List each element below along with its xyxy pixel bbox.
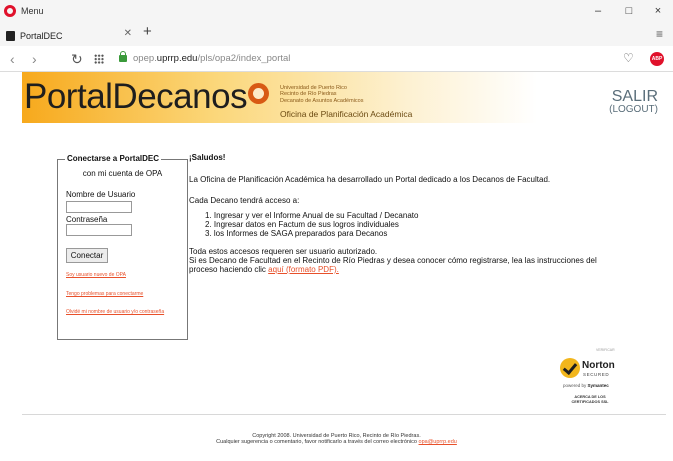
access-intro: Cada Decano tendrá acceso a: [189,196,300,205]
intro-paragraph: La Oficina de Planificación Académica ha… [189,175,551,184]
url-field[interactable]: opep.uprrp.edu/pls/opa2/index_portal [133,53,290,64]
norton-brand: Norton [582,360,615,371]
ssl-about-link[interactable]: ACERCA DE LOS CERTIFICADOS SSL [564,395,616,404]
university-lines: Universidad de Puerto Rico Recinto de Rí… [280,85,364,104]
back-arrow-icon[interactable]: ‹ [10,51,15,67]
menu-label: Menu [21,6,44,16]
instructions-pdf-link[interactable]: aquí (formato PDF). [268,265,339,274]
new-tab-plus-icon[interactable]: + [143,24,152,40]
password-label: Contraseña [66,215,108,224]
greeting-heading: ¡Saludos! [189,153,226,162]
tab-portaldec[interactable]: PortalDEC ✕ [6,25,136,46]
login-fieldset: Conectarse a PortalDEC con mi cuenta de … [57,154,188,340]
forgot-credentials-link[interactable]: Olvidé mi nombre de usuario y/o contrase… [66,309,184,315]
university-seal-icon [248,83,269,104]
browser-tabbar: PortalDEC ✕ [0,22,673,46]
list-item: 2. Ingresar datos en Factum de sus logro… [205,220,399,229]
maximize-button[interactable]: □ [622,4,636,18]
password-input[interactable] [66,224,132,236]
page-favicon-icon [6,30,15,41]
address-toolbar: ‹ › ↻ opep.uprrp.edu/pls/opa2/index_port… [0,46,673,72]
access-list: 1. Ingresar y ver el Informe Anual de su… [205,211,418,238]
contact-line: Cualquier sugerencia o comentario, favor… [216,439,457,446]
username-input[interactable] [66,201,132,213]
close-window-button[interactable]: × [651,4,665,18]
norton-badge: Norton SECURED [560,358,618,380]
list-item: 3. los Informes de SAGA preparados para … [205,229,388,238]
office-name: Oficina de Planificación Académica [280,109,413,119]
new-user-link[interactable]: Soy usuario nuevo de OPA [66,272,184,278]
login-legend: Conectarse a PortalDEC [65,154,162,163]
tab-menu-icon[interactable]: ≡ [656,27,663,41]
footer-divider [22,414,666,415]
secure-lock-icon[interactable] [119,51,127,62]
opera-logo-icon [4,5,16,17]
norton-verify-label: VERIFICAR [596,348,615,352]
connect-button[interactable]: Conectar [66,248,108,263]
norton-seal[interactable]: VERIFICAR Norton SECURED powered by Syma… [556,348,624,408]
username-label: Nombre de Usuario [66,190,136,199]
connection-problems-link[interactable]: Tengo problemas para conectarme [66,291,184,297]
register-line-2: proceso haciendo clic aquí (formato PDF)… [189,265,339,274]
adblock-icon[interactable]: ABP [650,52,664,66]
list-item: 1. Ingresar y ver el Informe Anual de su… [205,211,419,220]
tab-title: PortalDEC [20,30,63,41]
powered-by: powered by Symantec [563,383,609,388]
tab-close-icon[interactable]: ✕ [124,28,132,39]
speed-dial-grid-icon[interactable] [94,54,104,64]
logout-button[interactable]: SALIR (LOGOUT) [609,89,658,116]
minimize-button[interactable]: – [591,4,605,18]
contact-email-link[interactable]: opa@uprrp.edu [419,439,457,445]
login-subtitle: con mi cuenta de OPA [82,169,163,178]
norton-secured: SECURED [583,372,610,377]
reload-icon[interactable]: ↻ [71,51,83,67]
bookmark-heart-icon[interactable]: ♡ [623,51,634,65]
portal-logo: PortalDecanos [24,77,248,116]
browser-menu-button[interactable]: Menu [4,4,44,18]
site-banner: PortalDecanos Universidad de Puerto Rico… [22,72,666,123]
forward-arrow-icon[interactable]: › [32,51,37,67]
norton-check-icon [560,358,580,378]
browser-titlebar: Menu – □ × [0,0,673,22]
page-footer: Copyright 2008. Universidad de Puerto Ri… [0,433,673,446]
